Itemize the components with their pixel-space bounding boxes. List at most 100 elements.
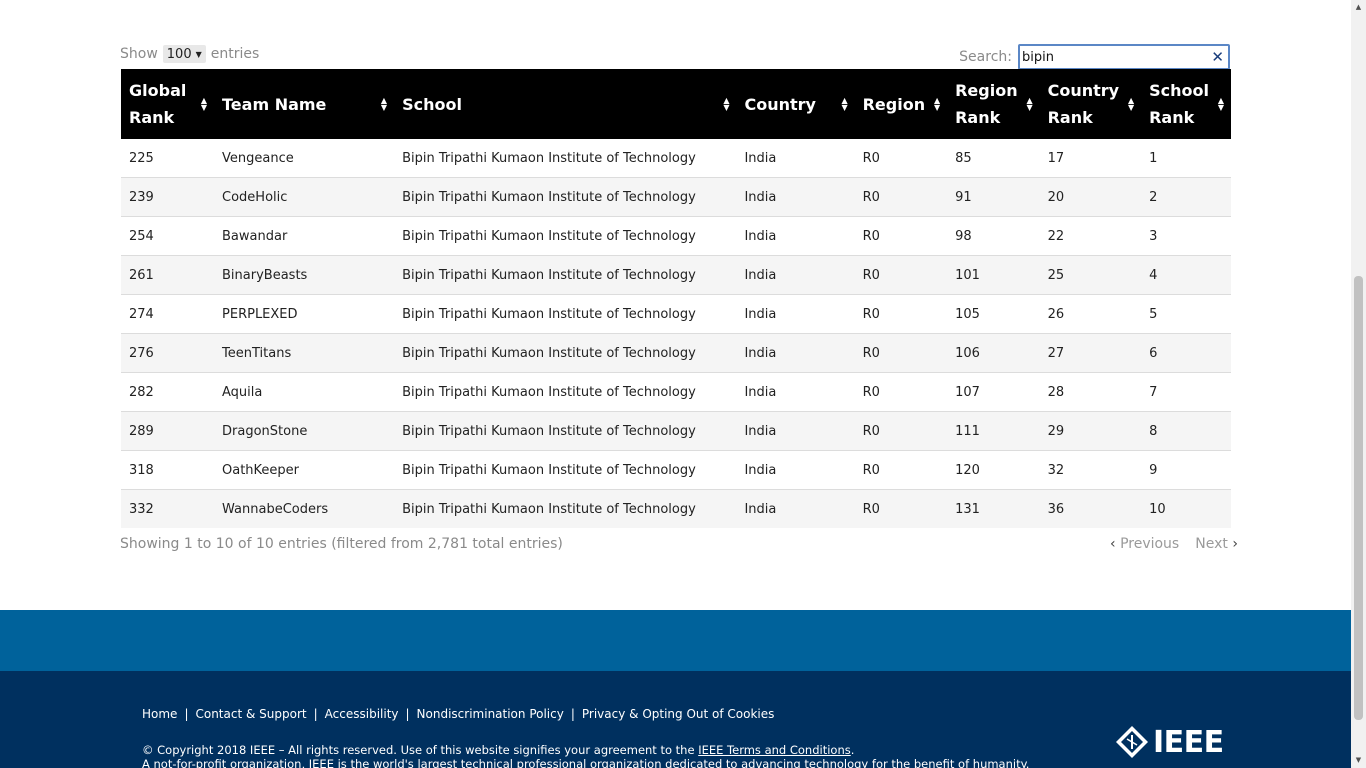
logo-text: IEEE [1153, 724, 1224, 760]
header-team-name[interactable]: Team Name ▲ ▼ [214, 69, 395, 139]
school-cell: Bipin Tripathi Kumaon Institute of Techn… [394, 177, 737, 217]
entries-select[interactable]: 100 ▼ [162, 45, 206, 63]
footer-band [0, 610, 1351, 671]
region-cell: R0 [854, 333, 948, 373]
region-rank-cell: 106 [947, 333, 1040, 373]
region-rank-cell: 105 [947, 294, 1040, 334]
header-label: Country Rank [1047, 81, 1120, 127]
footer-link-accessibility[interactable]: Accessibility [325, 707, 399, 721]
country-rank-cell: 28 [1039, 372, 1142, 412]
global-rank-cell: 318 [121, 450, 215, 490]
next-label: Next [1195, 536, 1228, 552]
global-rank-cell: 254 [121, 216, 215, 256]
country-cell: India [736, 489, 855, 528]
region-cell: R0 [862, 150, 880, 166]
region-cell: R0 [854, 255, 948, 295]
region-cell: R0 [854, 177, 948, 217]
country-rank-cell: 22 [1039, 216, 1142, 256]
chevron-right-icon: › [1232, 536, 1238, 552]
header-label: Region [862, 94, 926, 114]
vertical-scrollbar[interactable]: ▲ ▼ [1351, 0, 1366, 768]
divider: | [184, 707, 189, 721]
sort-icon: ▲ ▼ [933, 96, 941, 112]
sort-icon: ▲ ▼ [380, 96, 388, 112]
divider: | [313, 707, 318, 721]
school-rank-cell: 4 [1141, 255, 1231, 295]
country-rank-cell: 32 [1039, 450, 1142, 490]
header-country-rank[interactable]: Country Rank ▲ ▼ [1039, 69, 1142, 139]
header-label: Global Rank [129, 81, 187, 127]
ieee-diamond-icon [1116, 726, 1148, 758]
search-label: Search: [959, 49, 1012, 65]
header-label: Region Rank [955, 81, 1018, 127]
next-button[interactable]: Next › [1195, 536, 1238, 552]
divider: | [570, 707, 575, 721]
school-cell: Bipin Tripathi Kumaon Institute of Techn… [394, 372, 737, 412]
ieee-logo[interactable]: IEEE [1115, 724, 1233, 760]
team-name-cell: BinaryBeasts [214, 255, 395, 295]
terms-link[interactable]: IEEE Terms and Conditions [698, 743, 851, 757]
previous-button[interactable]: ‹ Previous [1110, 536, 1179, 552]
scroll-down-icon[interactable]: ▼ [1351, 753, 1366, 768]
entries-length-control: Show 100 ▼ entries [120, 45, 259, 63]
school-cell: Bipin Tripathi Kumaon Institute of Techn… [394, 333, 737, 373]
school-cell: Bipin Tripathi Kumaon Institute of Techn… [394, 411, 737, 451]
team-name-cell: PERPLEXED [214, 294, 395, 334]
footer-link-nondiscrimination[interactable]: Nondiscrimination Policy [417, 707, 564, 721]
region-cell: R0 [854, 216, 948, 256]
team-name-cell: WannabeCoders [214, 489, 395, 528]
region-rank-cell: 131 [947, 489, 1040, 528]
header-label: School Rank [1149, 81, 1209, 127]
global-rank-cell: 225 [129, 150, 154, 166]
sort-icon: ▲ ▼ [841, 96, 848, 112]
team-name-cell: Aquila [214, 372, 395, 412]
country-cell: India [736, 411, 855, 451]
site-footer: Home | Contact & Support | Accessibility… [0, 671, 1351, 768]
search-input[interactable] [1020, 46, 1204, 68]
header-label: School [402, 94, 462, 114]
scroll-up-icon[interactable]: ▲ [1351, 0, 1366, 15]
region-rank-cell: 111 [947, 411, 1040, 451]
table-controls: Show 100 ▼ entries Search: ✕ [120, 44, 1230, 70]
footer-link-contact-support[interactable]: Contact & Support [195, 707, 306, 721]
country-rank-cell: 29 [1039, 411, 1142, 451]
footer-link-home[interactable]: Home [142, 707, 177, 721]
table-row: 289 DragonStone Bipin Tripathi Kumaon Inst… [121, 411, 1231, 451]
header-label: Country [744, 94, 816, 114]
country-cell: India [736, 216, 855, 256]
school-cell: Bipin Tripathi Kumaon Institute of Techn… [394, 294, 737, 334]
header-school[interactable]: School ▲ ▼ [394, 69, 737, 139]
header-region[interactable]: Region ▲ ▼ [854, 69, 948, 139]
school-cell: Bipin Tripathi Kumaon Institute of Techn… [394, 216, 737, 256]
country-cell: India [736, 255, 855, 295]
scroll-thumb[interactable] [1354, 276, 1363, 720]
sort-icon: ▲ ▼ [723, 96, 730, 112]
header-school-rank[interactable]: School Rank ▲ ▼ [1141, 69, 1231, 139]
header-country[interactable]: Country ▲ ▼ [736, 69, 855, 139]
global-rank-cell: 276 [121, 333, 215, 373]
sort-icon: ▲ ▼ [1217, 96, 1224, 112]
header-global-rank[interactable]: Global Rank ▲ ▼ [121, 69, 215, 139]
divider: | [405, 707, 410, 721]
country-rank-cell: 17 [1047, 150, 1065, 166]
clear-search-icon[interactable]: ✕ [1211, 47, 1224, 67]
region-rank-cell: 91 [947, 177, 1040, 217]
sort-icon: ▲ ▼ [1127, 96, 1135, 112]
table-row: 254 Bawandar Bipin Tripathi Kumaon Institu… [121, 216, 1231, 256]
region-rank-cell: 98 [947, 216, 1040, 256]
chevron-left-icon: ‹ [1110, 536, 1116, 552]
country-cell: India [736, 333, 855, 373]
copyright-prefix: © Copyright 2018 IEEE – All rights reser… [142, 743, 699, 757]
footer-link-privacy[interactable]: Privacy & Opting Out of Cookies [582, 707, 775, 721]
global-rank-cell: 274 [121, 294, 215, 334]
copyright-text: © Copyright 2018 IEEE – All rights reser… [142, 743, 854, 757]
country-rank-cell: 27 [1039, 333, 1142, 373]
sort-icon: ▲ ▼ [1026, 96, 1033, 112]
country-rank-cell: 26 [1039, 294, 1142, 334]
header-region-rank[interactable]: Region Rank ▲ ▼ [947, 69, 1040, 139]
region-cell: R0 [854, 450, 948, 490]
search-box: ✕ [1018, 44, 1230, 70]
school-rank-cell: 1 [1149, 150, 1158, 166]
table-row: 274 PERPLEXED Bipin Tripathi Kumaon Instit… [121, 294, 1231, 334]
show-label: Show [120, 46, 158, 62]
